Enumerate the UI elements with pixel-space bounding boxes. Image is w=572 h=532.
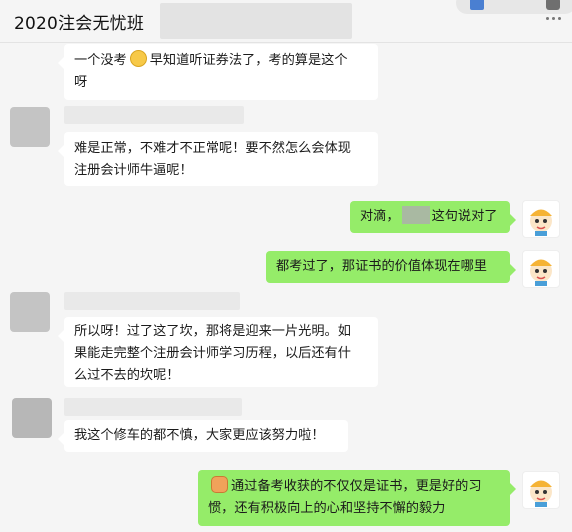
mascot-icon	[530, 480, 552, 507]
redacted-title-area	[160, 3, 352, 39]
avatar-mascot[interactable]	[522, 200, 560, 238]
message-bubble[interactable]: 都考过了，那证书的价值体现在哪里	[266, 251, 516, 283]
message-text: 我这个修车的都不慎，大家更应该努力啦！	[74, 428, 325, 443]
avatar-mascot[interactable]	[522, 250, 560, 288]
mascot-icon	[530, 209, 552, 236]
message-text: 都考过了，那证书的价值体现在哪里	[276, 259, 487, 274]
avatar[interactable]	[10, 292, 50, 332]
message-text: 惯，还有积极向上的心和坚持不懈的毅力	[208, 501, 446, 516]
message-text: 这句说对了	[431, 209, 498, 224]
redacted-sender-name	[64, 398, 242, 416]
message-text: 对滴，	[360, 209, 400, 224]
message-text: 难是正常，不难才不正常呢！要不然怎么会体现	[74, 141, 351, 156]
raised-fist-icon	[211, 476, 228, 493]
message-text: 通过备考收获的不仅仅是证书，更是好的习	[231, 479, 482, 494]
message-bubble[interactable]: 我这个修车的都不慎，大家更应该努力啦！	[58, 420, 348, 452]
avatar[interactable]	[10, 107, 50, 147]
message-bubble[interactable]: 一个没考 早知道听证券法了，考的算是这个 呀	[58, 44, 378, 100]
video-call-icon[interactable]	[470, 0, 484, 10]
more-options-icon[interactable]	[546, 17, 562, 21]
message-bubble[interactable]: 所以呀！过了这了坎，那将是迎来一片光明。如 果能走完整个注册会计师学习历程，以后…	[58, 317, 378, 387]
chat-header: 2020注会无忧班	[0, 0, 572, 43]
message-text: 么过不去的坎呢！	[74, 368, 180, 383]
minimize-icon[interactable]	[546, 0, 560, 10]
redacted-mention	[401, 206, 430, 224]
laughing-tears-icon	[129, 50, 147, 67]
avatar[interactable]	[12, 398, 52, 438]
message-text: 注册会计师牛逼呢！	[74, 163, 193, 178]
message-text: 果能走完整个注册会计师学习历程，以后还有什	[74, 346, 351, 361]
avatar-mascot[interactable]	[522, 471, 560, 509]
message-text: 所以呀！过了这了坎，那将是迎来一片光明。如	[74, 324, 351, 339]
message-text: 早知道听证券法了，考的算是这个	[149, 53, 348, 68]
message-text: 呀	[74, 75, 88, 90]
message-text: 一个没考	[74, 53, 127, 68]
message-bubble[interactable]: 难是正常，不难才不正常呢！要不然怎么会体现 注册会计师牛逼呢！	[58, 132, 378, 186]
redacted-sender-name	[64, 292, 240, 310]
chat-title: 2020注会无忧班	[14, 14, 145, 34]
message-bubble[interactable]: 对滴， 这句说对了	[350, 201, 516, 233]
top-toolbar-pill[interactable]	[456, 0, 572, 14]
redacted-sender-name	[64, 106, 244, 124]
mascot-icon	[530, 259, 552, 286]
message-bubble[interactable]: 通过备考收获的不仅仅是证书，更是好的习 惯，还有积极向上的心和坚持不懈的毅力	[198, 470, 516, 526]
